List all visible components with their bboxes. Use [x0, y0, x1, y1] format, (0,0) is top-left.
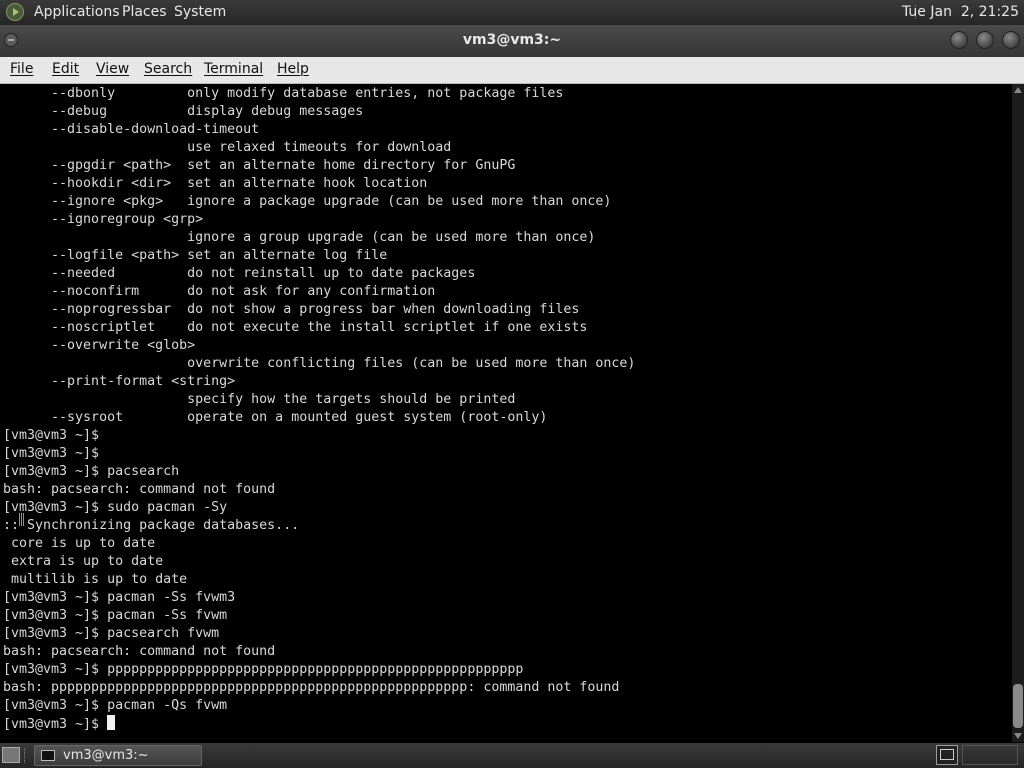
mouse-ibeam-cursor	[19, 513, 24, 526]
terminal-line: [vm3@vm3 ~]$ sudo pacman -Sy	[3, 500, 228, 515]
taskbar-window-button[interactable]: vm3@vm3:~	[34, 745, 202, 766]
menu-terminal[interactable]: Terminal	[204, 61, 263, 77]
text-cursor	[107, 715, 116, 730]
menu-file[interactable]: File	[10, 61, 33, 77]
terminal-output[interactable]: --dbonly only modify database entries, n…	[0, 84, 1012, 742]
menu-system[interactable]: System	[174, 4, 226, 20]
terminal-line: --debug display debug messages	[3, 104, 364, 119]
window-titlebar[interactable]: vm3@vm3:~	[0, 25, 1024, 57]
terminal-icon	[41, 750, 55, 761]
terminal-line: bash: pppppppppppppppppppppppppppppppppp…	[3, 680, 620, 695]
terminal-line: --sysroot operate on a mounted guest sys…	[3, 410, 548, 425]
scrollbar-thumb[interactable]	[1013, 684, 1023, 728]
terminal-line: --noprogressbar do not show a progress b…	[3, 302, 580, 317]
terminal-line: --disable-download-timeout	[3, 122, 260, 137]
top-panel: Applications Places System Tue Jan 2, 21…	[0, 0, 1024, 25]
minimize-icon[interactable]	[950, 31, 968, 49]
terminal-text: --dbonly only modify database entries, n…	[0, 84, 1012, 734]
menu-edit[interactable]: Edit	[52, 61, 79, 77]
terminal-line: :: Synchronizing package databases...	[3, 518, 300, 533]
terminal-line: [vm3@vm3 ~]$ pacman -Qs fvwm	[3, 698, 228, 713]
terminal-line: --ignoregroup <grp>	[3, 212, 204, 227]
terminal-scrollbar[interactable]	[1012, 84, 1024, 742]
terminal-line: bash: pacsearch: command not found	[3, 482, 276, 497]
menu-help[interactable]: Help	[277, 61, 309, 77]
scroll-down-icon[interactable]	[1014, 733, 1022, 739]
terminal-line: --gpgdir <path> set an alternate home di…	[3, 158, 516, 173]
workspace-switcher-empty[interactable]	[962, 745, 1018, 765]
terminal-line: [vm3@vm3 ~]$ pacman -Ss fvwm	[3, 608, 228, 623]
bottom-taskbar: vm3@vm3:~	[0, 743, 1024, 768]
terminal-line: extra is up to date	[3, 554, 164, 569]
terminal-line: [vm3@vm3 ~]$ pacsearch	[3, 464, 180, 479]
terminal-line: [vm3@vm3 ~]$ pacsearch fvwm	[3, 626, 220, 641]
terminal-line: [vm3@vm3 ~]$ ppppppppppppppppppppppppppp…	[3, 662, 524, 677]
maximize-icon[interactable]	[976, 31, 994, 49]
terminal-line: core is up to date	[3, 536, 156, 551]
terminal-line: --dbonly only modify database entries, n…	[3, 86, 564, 101]
terminal-line: specify how the targets should be printe…	[3, 392, 516, 407]
arch-logo-icon[interactable]	[6, 3, 24, 21]
terminal-line: --noscriptlet do not execute the install…	[3, 320, 588, 335]
terminal-line: [vm3@vm3 ~]$ pacman -Ss fvwm3	[3, 590, 236, 605]
menu-applications[interactable]: Applications	[34, 4, 120, 20]
terminal-line: bash: pacsearch: command not found	[3, 644, 276, 659]
terminal-line: [vm3@vm3 ~]$	[3, 428, 100, 443]
terminal-line: [vm3@vm3 ~]$	[3, 446, 100, 461]
menu-view[interactable]: View	[96, 61, 129, 77]
terminal-line: --overwrite <glob>	[3, 338, 196, 353]
show-desktop-icon[interactable]	[2, 747, 20, 763]
scroll-up-icon[interactable]	[1014, 87, 1022, 93]
terminal-line: multilib is up to date	[3, 572, 188, 587]
terminal-line: --noconfirm do not ask for any confirmat…	[3, 284, 436, 299]
taskbar-window-label: vm3@vm3:~	[63, 748, 149, 763]
terminal-line: --ignore <pkg> ignore a package upgrade …	[3, 194, 612, 209]
terminal-line: [vm3@vm3 ~]$	[3, 717, 108, 732]
terminal-line: ignore a group upgrade (can be used more…	[3, 230, 596, 245]
panel-clock[interactable]: Tue Jan 2, 21:25	[902, 4, 1019, 20]
terminal-line: use relaxed timeouts for download	[3, 140, 452, 155]
terminal-line: --hookdir <dir> set an alternate hook lo…	[3, 176, 428, 191]
menu-places[interactable]: Places	[122, 4, 167, 20]
menu-search[interactable]: Search	[144, 61, 192, 77]
terminal-line: --needed do not reinstall up to date pac…	[3, 266, 476, 281]
terminal-line: --print-format <string>	[3, 374, 236, 389]
window-title: vm3@vm3:~	[462, 32, 562, 48]
terminal-line: overwrite conflicting files (can be used…	[3, 356, 636, 371]
menubar: File Edit View Search Terminal Help	[0, 57, 1024, 84]
workspace-switcher-icon[interactable]	[936, 745, 958, 765]
close-icon[interactable]	[1002, 31, 1020, 49]
terminal-line: --logfile <path> set an alternate log fi…	[3, 248, 388, 263]
taskbar-grip	[24, 748, 28, 763]
